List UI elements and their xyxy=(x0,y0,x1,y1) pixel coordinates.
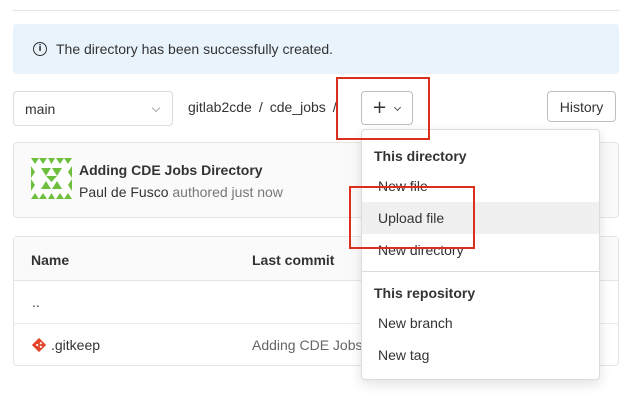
branch-name: main xyxy=(25,100,56,117)
branch-selector[interactable]: main xyxy=(13,91,173,126)
dropdown-section-header: This directory xyxy=(374,148,467,164)
alert-message: The directory has been successfully crea… xyxy=(56,41,334,57)
info-icon: i xyxy=(33,42,47,56)
menu-item-new-tag[interactable]: New tag xyxy=(362,339,599,371)
dropdown-section-header: This repository xyxy=(374,285,476,301)
column-header-last-commit: Last commit xyxy=(252,252,335,268)
breadcrumb-separator: / xyxy=(332,99,337,115)
top-divider xyxy=(13,10,619,11)
success-alert: i The directory has been successfully cr… xyxy=(13,24,619,74)
chevron-down-icon xyxy=(151,103,161,113)
breadcrumb-folder-link[interactable]: cde_jobs xyxy=(270,99,326,115)
menu-item-new-file[interactable]: New file xyxy=(362,170,599,202)
breadcrumb-separator: / xyxy=(258,99,263,115)
add-dropdown-menu: This directory New file Upload file New … xyxy=(361,129,600,380)
chevron-down-icon xyxy=(393,103,402,112)
file-name[interactable]: .. xyxy=(32,294,40,310)
file-name[interactable]: .gitkeep xyxy=(51,337,100,353)
plus-icon: + xyxy=(372,97,388,118)
commit-time: authored just now xyxy=(172,184,283,200)
add-to-tree-button[interactable]: + xyxy=(361,91,413,125)
dropdown-divider xyxy=(362,271,599,272)
commit-title[interactable]: Adding CDE Jobs Directory xyxy=(79,162,263,178)
menu-item-new-directory[interactable]: New directory xyxy=(362,234,599,266)
file-last-commit[interactable]: Adding CDE Jobs xyxy=(252,337,363,353)
breadcrumb-project-link[interactable]: gitlab2cde xyxy=(188,99,252,115)
breadcrumb: gitlab2cde / cde_jobs / xyxy=(188,99,344,115)
git-file-icon xyxy=(32,338,46,352)
column-header-name: Name xyxy=(31,252,70,268)
commit-meta: Paul de Fusco authored just now xyxy=(79,184,283,200)
menu-item-upload-file[interactable]: Upload file xyxy=(362,202,599,234)
avatar[interactable] xyxy=(31,158,72,199)
menu-item-new-branch[interactable]: New branch xyxy=(362,307,599,339)
commit-author[interactable]: Paul de Fusco xyxy=(79,184,169,200)
history-button[interactable]: History xyxy=(547,91,616,122)
